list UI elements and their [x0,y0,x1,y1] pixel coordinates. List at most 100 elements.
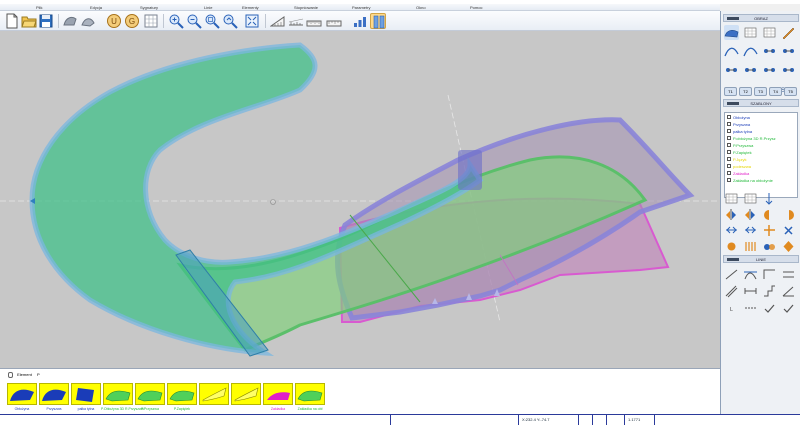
rotate-2-icon[interactable] [781,223,796,238]
layer-row[interactable]: Przyszwa [727,121,750,128]
lp-icon[interactable]: L [724,301,739,316]
tool-t-button[interactable]: T2 [739,87,752,96]
redo-shape-icon[interactable] [80,13,96,29]
layer-row[interactable]: pałka tylna [727,128,752,135]
layer-row[interactable]: P.Przyszwa [727,142,753,149]
menu-okno[interactable]: Okno [416,4,426,11]
undo-shape-icon[interactable] [62,13,78,29]
menu-pomoc[interactable]: Pomoc [470,4,482,11]
sort-icon[interactable] [762,191,777,206]
menu-linie[interactable]: Linie [204,4,212,11]
layer-checkbox[interactable] [727,135,731,140]
layer-row[interactable]: Zakładka na obłożynie [727,177,773,184]
curve-2-icon[interactable] [743,44,758,59]
new-file-icon[interactable] [4,13,20,29]
lp-2-icon[interactable] [743,301,758,316]
zoom-window-icon[interactable] [204,13,220,29]
layer-checkbox[interactable] [727,121,731,126]
rotate-icon[interactable] [762,223,777,238]
half-circle-icon[interactable] [762,207,777,222]
line-node-4-icon[interactable] [781,63,796,78]
save-icon[interactable] [38,13,54,29]
menu-parametry[interactable]: Parametry [352,4,370,11]
grid-dots-icon[interactable] [762,25,777,40]
mirror-2-icon[interactable] [743,207,758,222]
mirror-icon[interactable] [724,207,739,222]
check-2-icon[interactable] [781,301,796,316]
element-thumbnail[interactable] [135,383,165,405]
layer-checkbox[interactable] [727,114,731,119]
element-thumbnail[interactable] [231,383,261,405]
split-icon[interactable] [724,239,739,254]
tool-t-button[interactable]: T1 [724,87,737,96]
line-node-icon[interactable] [724,63,739,78]
angle-icon[interactable] [781,284,796,299]
element-thumbnail[interactable] [39,383,69,405]
flip-icon[interactable] [724,223,739,238]
parallel-icon[interactable] [781,267,796,282]
layer-checkbox[interactable] [727,163,731,168]
join-icon[interactable] [762,239,777,254]
layer-row[interactable]: P.Język [727,156,747,163]
corner-icon[interactable] [762,267,777,282]
diamond-icon[interactable] [781,239,796,254]
copy-template-icon[interactable] [724,191,739,206]
zoom-previous-icon[interactable] [222,13,238,29]
coin-g-icon[interactable]: G [124,13,140,29]
layer-checkbox[interactable] [727,177,731,182]
layer-row[interactable]: P.obłożyna 3D R.Przysz [727,135,776,142]
element-thumbnail[interactable] [103,383,133,405]
layer-checkbox[interactable] [727,156,731,161]
line-node-2-icon[interactable] [743,63,758,78]
layer-row[interactable]: Zakładka [727,170,749,177]
check-icon[interactable] [762,301,777,316]
layer-row[interactable]: P.Zapiętek [727,149,752,156]
element-thumbnail[interactable] [199,383,229,405]
bars-icon[interactable] [352,13,368,29]
tangent-icon[interactable] [743,267,758,282]
curve-icon[interactable] [724,44,739,59]
element-thumbnail[interactable] [295,383,325,405]
layers-icon[interactable] [370,13,386,29]
menu-sygnatury[interactable]: Sygnatury [140,4,158,11]
menu-edycja[interactable]: Edycja [90,4,102,11]
ruler-icon[interactable] [270,13,286,29]
element-tab[interactable]: Element P [8,371,40,379]
open-folder-icon[interactable] [21,13,37,29]
tool-t-button[interactable]: T5 [784,87,797,96]
menu-plik[interactable]: Plik [36,4,42,11]
tool-t-button[interactable]: T3 [754,87,767,96]
zoom-out-icon[interactable] [186,13,202,29]
pen-icon[interactable] [781,25,796,40]
copy-template-2-icon[interactable] [743,191,758,206]
grid-icon[interactable] [143,13,159,29]
element-thumbnail[interactable] [7,383,37,405]
fit-all-icon[interactable] [244,13,260,29]
coin-u-icon[interactable]: U [106,13,122,29]
dim-icon[interactable] [743,284,758,299]
layer-row[interactable]: podeszwa [727,163,751,170]
line-node-3-icon[interactable] [762,63,777,78]
menu-elementy[interactable]: Elementy [242,4,259,11]
flip-2-icon[interactable] [743,223,758,238]
view-icon[interactable] [743,25,758,40]
node-2-icon[interactable] [781,44,796,59]
layer-row[interactable]: Obłożyna [727,114,750,121]
layer-checkbox[interactable] [727,170,731,175]
scale-icon[interactable] [288,13,304,29]
layer-checkbox[interactable] [727,142,731,147]
layer-checkbox[interactable] [727,128,731,133]
split-2-icon[interactable] [743,239,758,254]
shoe-icon[interactable] [724,25,739,40]
measure-2-icon[interactable] [326,13,342,29]
node-icon[interactable] [762,44,777,59]
menu-stopniowanie[interactable]: Stopniowanie [294,4,318,11]
step-icon[interactable] [762,284,777,299]
empty-icon[interactable] [781,191,796,206]
layer-checkbox[interactable] [727,149,731,154]
drawing-canvas[interactable] [0,31,720,368]
line-tool-icon[interactable] [724,267,739,282]
element-thumbnail[interactable] [167,383,197,405]
measure-icon[interactable] [306,13,322,29]
element-thumbnail[interactable] [263,383,293,405]
